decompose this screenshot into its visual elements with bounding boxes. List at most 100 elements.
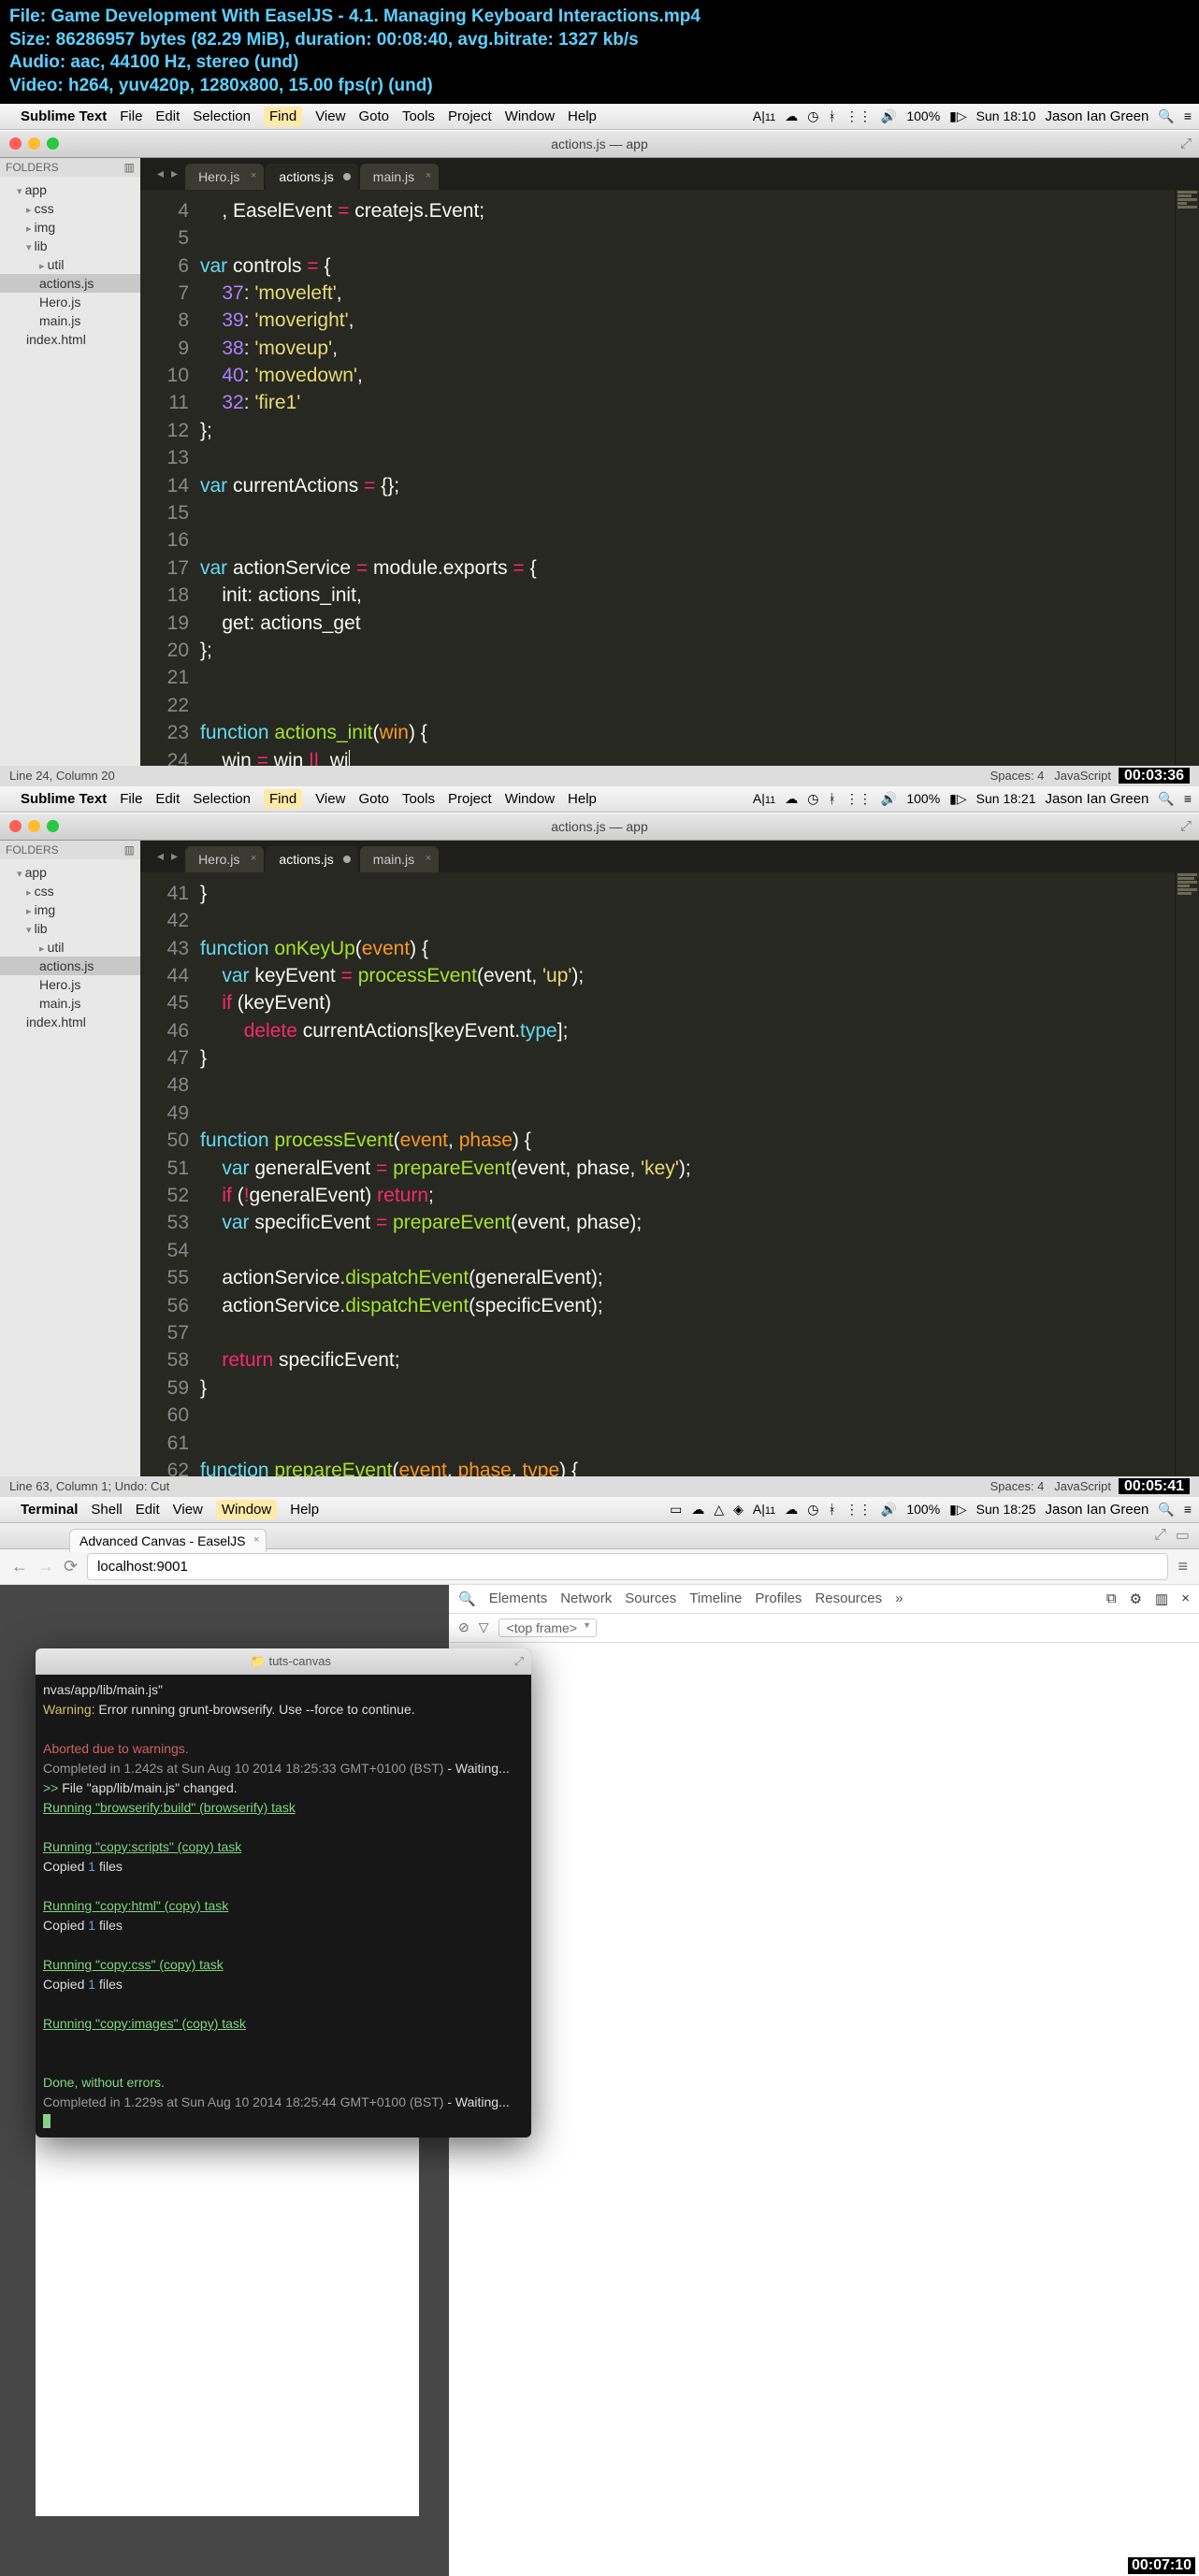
clock[interactable]: Sun 18:25 (976, 1502, 1036, 1517)
menu-project[interactable]: Project (448, 791, 492, 807)
sidebar-item-lib[interactable]: lib (0, 237, 140, 255)
tab-actions[interactable]: actions.js (266, 846, 357, 872)
dt-resources[interactable]: Resources (815, 1590, 882, 1606)
tab-main[interactable]: main.js× (360, 846, 439, 872)
app-name[interactable]: Sublime Text (21, 108, 107, 124)
spotlight-icon[interactable]: 🔍 (1158, 1502, 1174, 1518)
indent[interactable]: Spaces: 4 (990, 1479, 1045, 1493)
expand-icon[interactable]: ⤢ (1180, 818, 1192, 834)
sidebar-icon[interactable]: ▥ (124, 843, 135, 856)
tab-nav-right-icon[interactable]: ▸ (171, 165, 178, 181)
dropbox-icon[interactable]: ◈ (733, 1502, 744, 1518)
menu-goto[interactable]: Goto (358, 791, 389, 807)
dt-more[interactable]: » (895, 1590, 903, 1606)
wifi-icon[interactable]: ⋮⋮ (845, 108, 872, 124)
sidebar-item-app[interactable]: app (0, 180, 140, 199)
menu-view[interactable]: View (173, 1502, 203, 1518)
timer-icon[interactable]: ◷ (807, 108, 818, 124)
menu-find[interactable]: Find (264, 107, 302, 126)
sidebar-item-css[interactable]: css (0, 882, 140, 900)
tab-close-icon[interactable]: × (253, 1534, 259, 1546)
frame-select[interactable]: <top frame> (498, 1619, 598, 1637)
sidebar-item-util[interactable]: util (0, 255, 140, 274)
menu-view[interactable]: View (315, 791, 345, 807)
minimap[interactable] (1175, 872, 1199, 1476)
bluetooth-icon[interactable]: ᚼ (829, 108, 836, 123)
minimize-icon[interactable] (28, 137, 40, 150)
close-icon[interactable] (9, 820, 22, 832)
adobe-icon[interactable]: A|11 (753, 1502, 775, 1517)
sidebar-item-main-js[interactable]: main.js (0, 311, 140, 330)
volume-icon[interactable]: 🔊 (881, 1502, 897, 1518)
dt-timeline[interactable]: Timeline (689, 1590, 742, 1606)
app-name[interactable]: Sublime Text (21, 791, 107, 807)
tab-nav-right-icon[interactable]: ▸ (171, 848, 178, 864)
user-name[interactable]: Jason Ian Green (1045, 791, 1148, 807)
wifi-icon[interactable]: ⋮⋮ (845, 1502, 872, 1518)
volume-icon[interactable]: 🔊 (881, 791, 897, 807)
dt-elements[interactable]: Elements (489, 1590, 548, 1606)
menu-view[interactable]: View (315, 108, 345, 124)
menu-tools[interactable]: Tools (402, 791, 435, 807)
sidebar-icon[interactable]: ▥ (124, 161, 135, 174)
user-name[interactable]: Jason Ian Green (1045, 108, 1148, 124)
devtools-settings-icon[interactable]: ⚙ (1130, 1590, 1142, 1607)
expand-icon[interactable]: ⤢ (1180, 136, 1192, 151)
tab-nav-left-icon[interactable]: ◂ (157, 848, 164, 864)
zoom-icon[interactable] (47, 137, 59, 150)
menu-window[interactable]: Window (505, 791, 555, 807)
cloud-icon[interactable]: ☁ (785, 791, 798, 807)
sidebar-item-index-html[interactable]: index.html (0, 330, 140, 349)
adobe-icon[interactable]: A|11 (753, 108, 775, 123)
wifi-icon[interactable]: ⋮⋮ (845, 791, 872, 807)
browser-tab[interactable]: Advanced Canvas - EaselJS× (69, 1529, 267, 1552)
menu-help[interactable]: Help (568, 108, 597, 124)
minimap[interactable] (1175, 190, 1199, 766)
menu-find[interactable]: Find (264, 789, 302, 809)
dt-profiles[interactable]: Profiles (755, 1590, 802, 1606)
battery-icon[interactable]: ▮▷ (949, 1502, 966, 1518)
dt-sources[interactable]: Sources (625, 1590, 676, 1606)
battery-icon[interactable]: ▮▷ (949, 791, 966, 807)
url-input[interactable]: localhost:9001 (87, 1553, 1168, 1580)
syntax[interactable]: JavaScript (1054, 1479, 1111, 1493)
menu-window[interactable]: Window (505, 108, 555, 124)
sidebar-item-actions-js[interactable]: actions.js (0, 274, 140, 293)
indent[interactable]: Spaces: 4 (990, 769, 1045, 783)
sidebar-item-actions-js[interactable]: actions.js (0, 957, 140, 975)
tab-main[interactable]: main.js× (360, 164, 439, 190)
spotlight-icon[interactable]: 🔍 (1158, 791, 1174, 807)
sidebar-item-Hero-js[interactable]: Hero.js (0, 293, 140, 311)
clock[interactable]: Sun 18:21 (976, 791, 1036, 806)
cloud-icon[interactable]: ☁ (785, 108, 798, 124)
battery-text[interactable]: 100% (906, 791, 940, 806)
menu-help[interactable]: Help (568, 791, 597, 807)
screen-icon[interactable]: ▭ (670, 1502, 682, 1518)
notifications-icon[interactable]: ≡ (1184, 108, 1192, 123)
chrome-menu-icon[interactable]: ≡ (1177, 1557, 1188, 1576)
tab-nav-left-icon[interactable]: ◂ (157, 165, 164, 181)
timer-icon[interactable]: ◷ (807, 791, 818, 807)
menu-project[interactable]: Project (448, 108, 492, 124)
menu-tools[interactable]: Tools (402, 108, 435, 124)
sidebar-item-Hero-js[interactable]: Hero.js (0, 975, 140, 994)
filter-icon[interactable]: ▽ (479, 1619, 489, 1635)
menu-file[interactable]: File (120, 791, 142, 807)
code-editor-1[interactable]: 4567891011121314151617181920212223242526… (140, 190, 1199, 766)
notifications-icon[interactable]: ≡ (1184, 791, 1192, 806)
sidebar-item-img[interactable]: img (0, 218, 140, 237)
cloud-icon[interactable]: ☁ (691, 1502, 704, 1518)
clock[interactable]: Sun 18:10 (976, 108, 1036, 123)
menu-edit[interactable]: Edit (155, 108, 180, 124)
sidebar-item-css[interactable]: css (0, 199, 140, 218)
menu-window[interactable]: Window (216, 1500, 277, 1519)
adobe-icon[interactable]: A|11 (753, 791, 775, 806)
menu-selection[interactable]: Selection (193, 791, 251, 807)
menu-edit[interactable]: Edit (136, 1502, 160, 1518)
sidebar-item-index-html[interactable]: index.html (0, 1013, 140, 1031)
sidebar-item-lib[interactable]: lib (0, 919, 140, 938)
sidebar-item-util[interactable]: util (0, 938, 140, 957)
user-name[interactable]: Jason Ian Green (1045, 1502, 1148, 1518)
console-prompt[interactable]: > (449, 1643, 1199, 1669)
devtools-search-icon[interactable]: 🔍 (458, 1590, 476, 1607)
